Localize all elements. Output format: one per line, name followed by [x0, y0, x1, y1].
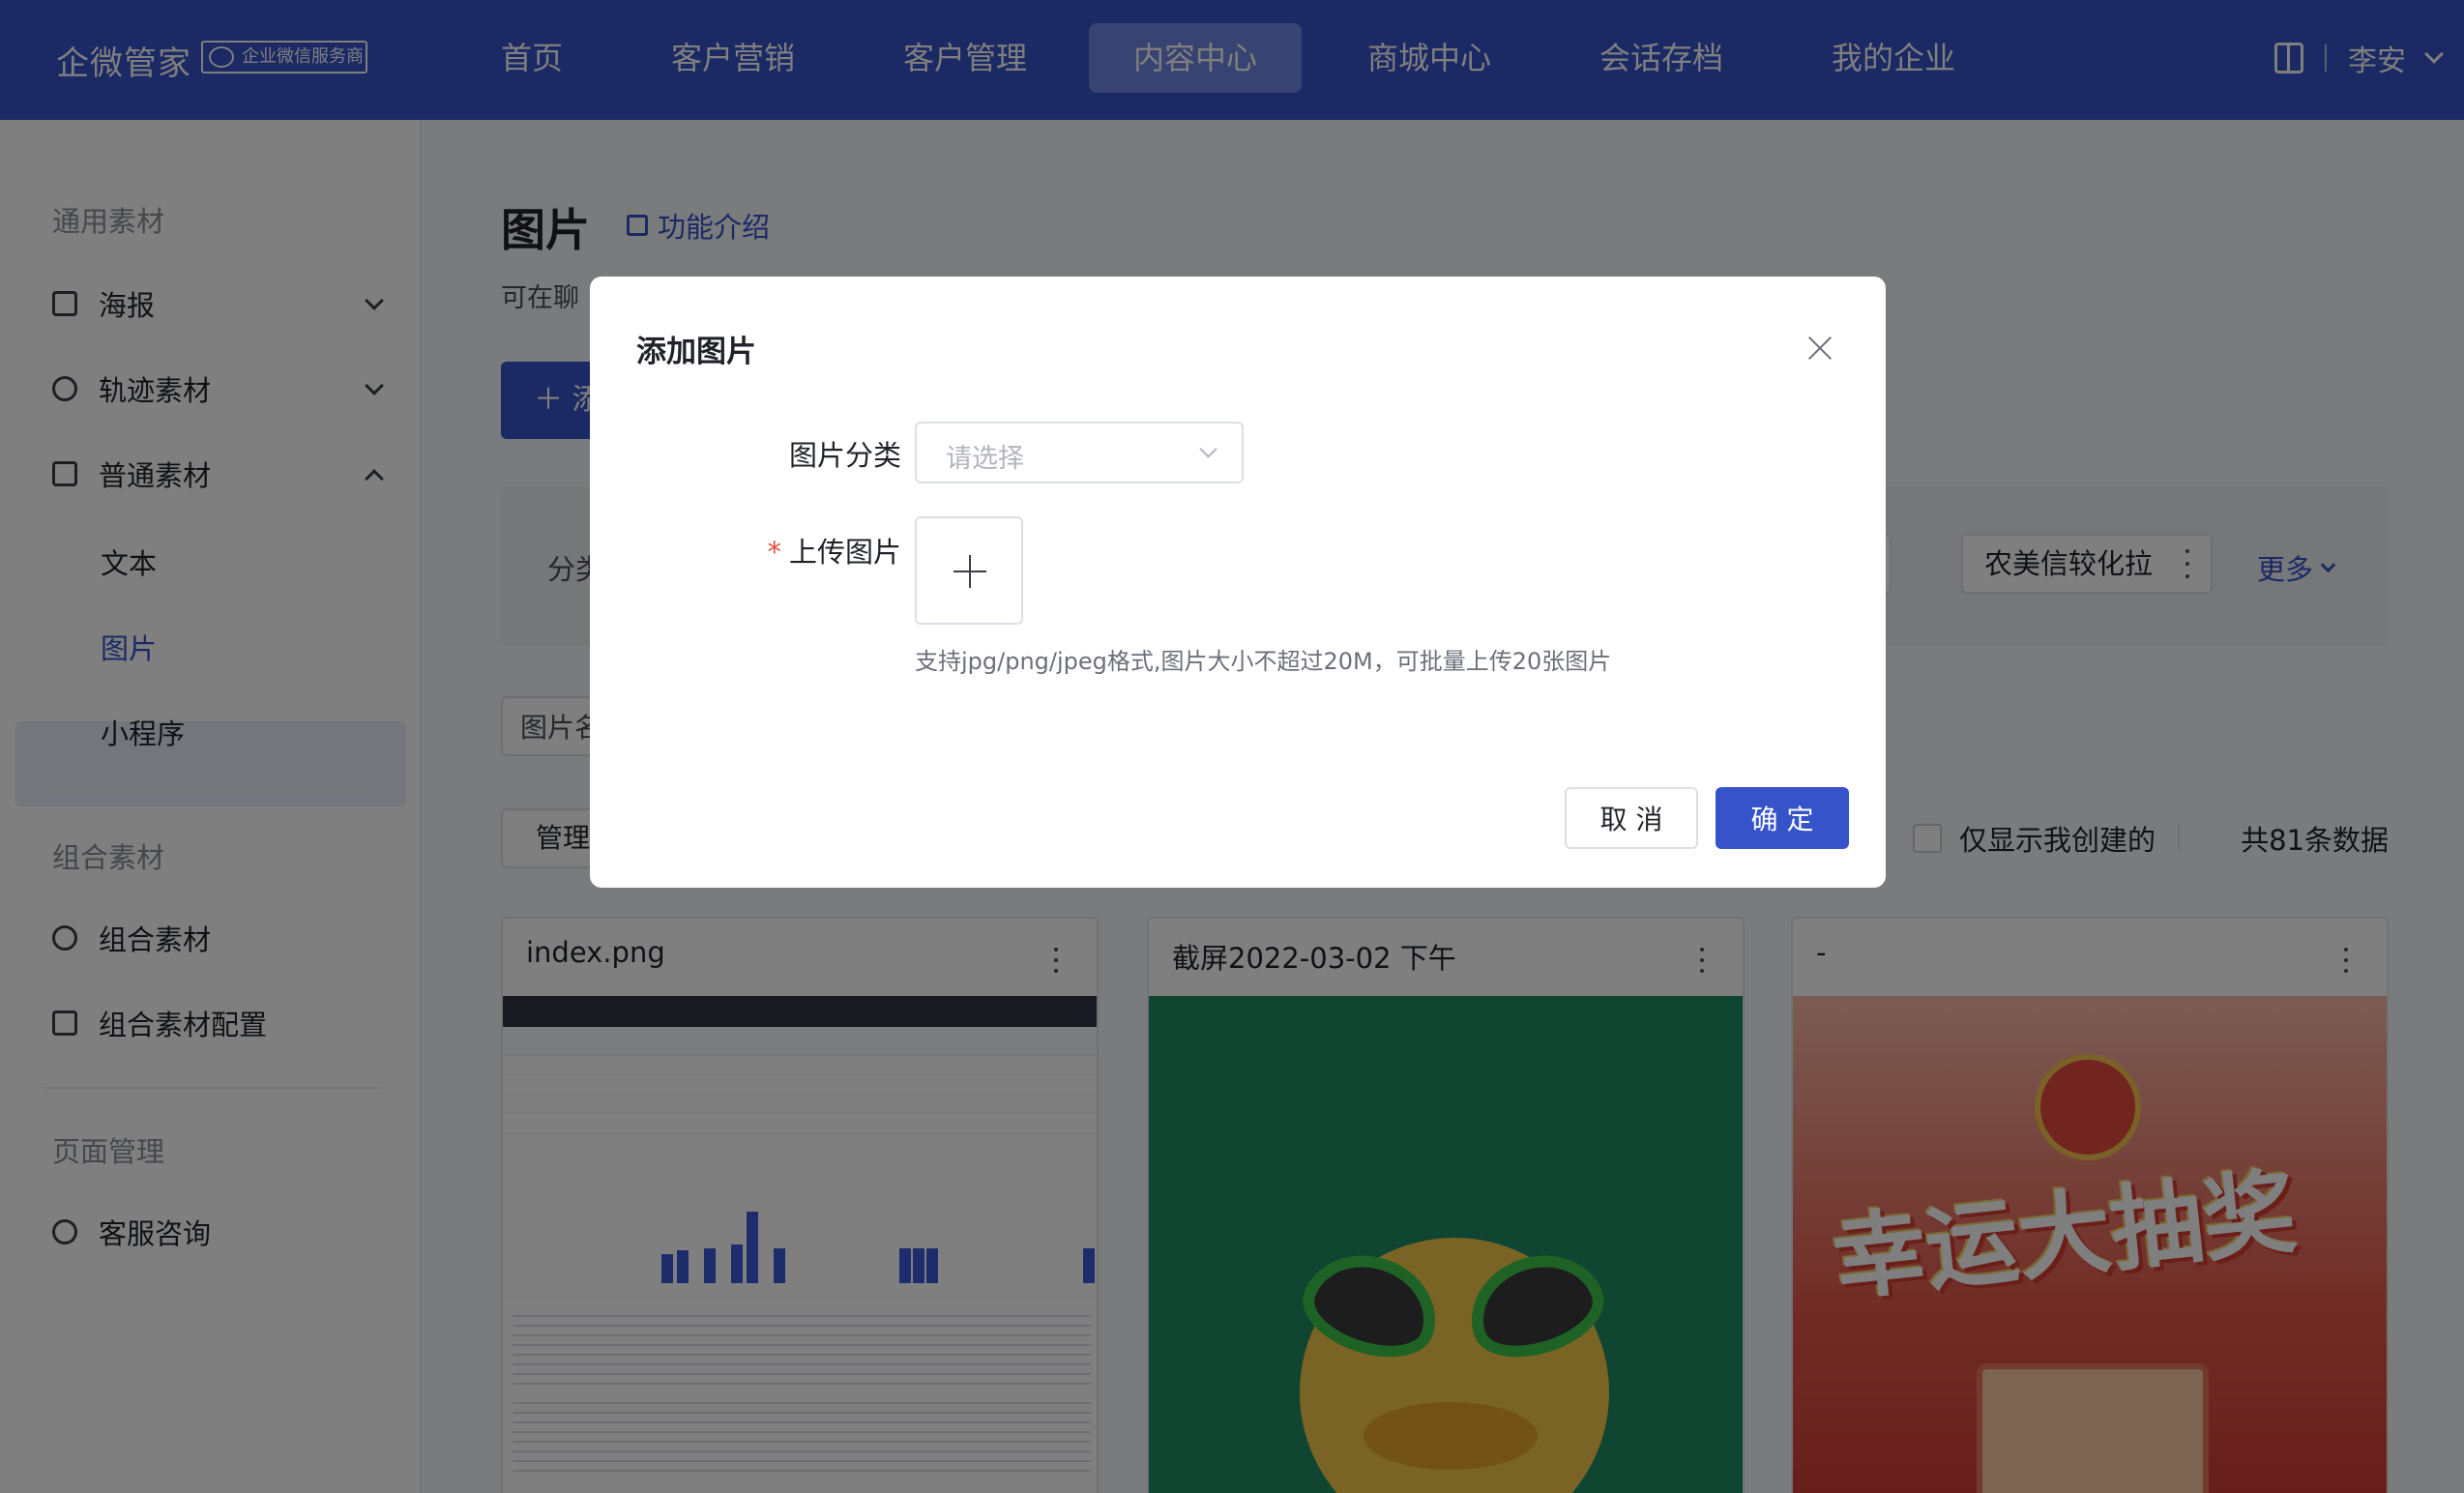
- upload-hint: 支持jpg/png/jpeg格式,图片大小不超过20M，可批量上传20张图片: [915, 648, 1612, 675]
- required-mark: *: [767, 536, 781, 569]
- upload-image-button[interactable]: [915, 516, 1023, 625]
- dialog-title: 添加图片: [636, 335, 756, 369]
- chevron-down-icon: [1199, 440, 1217, 458]
- category-field-label: 图片分类: [788, 439, 901, 472]
- confirm-button[interactable]: 确 定: [1716, 787, 1849, 849]
- category-select[interactable]: 请选择: [915, 422, 1244, 483]
- add-image-dialog: 添加图片 图片分类 请选择 * 上传图片 支持jpg/png/jpeg格式,图片大…: [590, 277, 1886, 888]
- upload-label-text: 上传图片: [788, 536, 901, 569]
- upload-field-label: * 上传图片: [745, 530, 901, 571]
- select-placeholder: 请选择: [946, 444, 1024, 474]
- cancel-button[interactable]: 取 消: [1565, 787, 1698, 849]
- close-icon[interactable]: [1806, 335, 1833, 362]
